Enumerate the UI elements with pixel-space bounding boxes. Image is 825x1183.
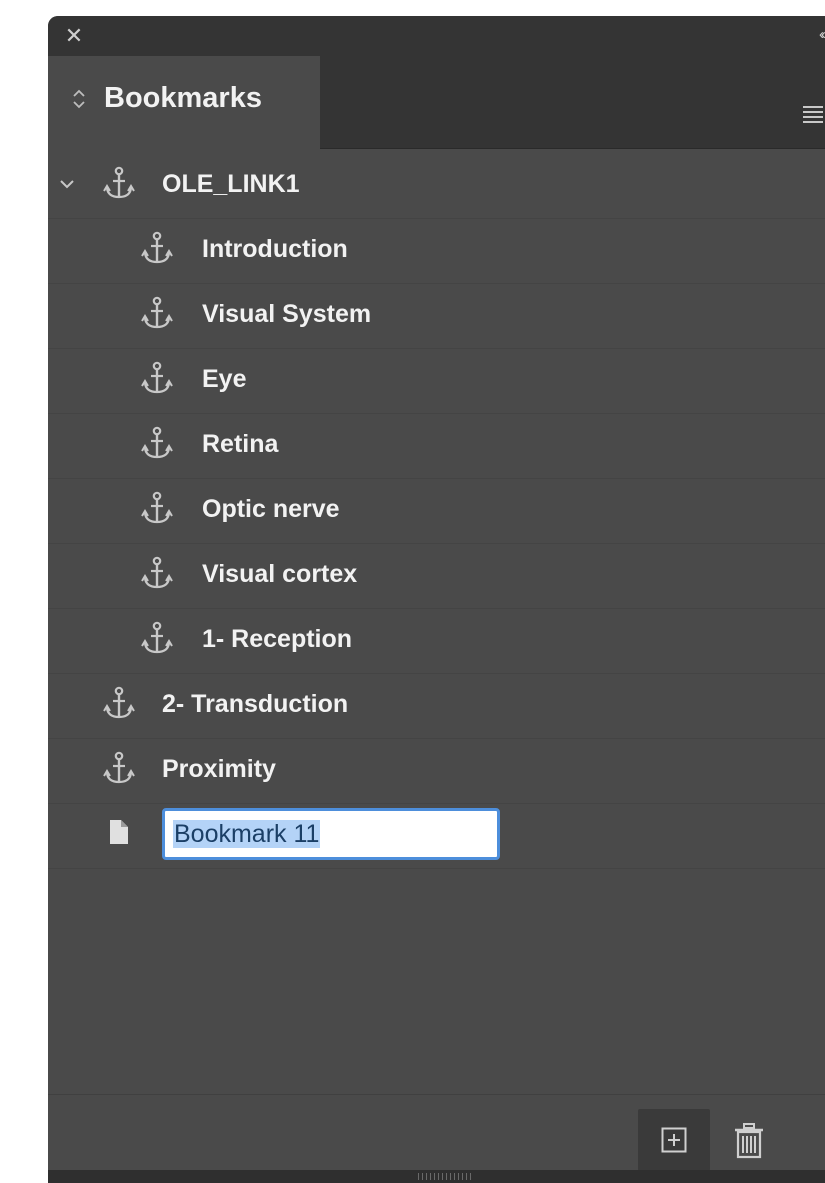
bookmark-label: Eye [202,365,247,393]
anchor-icon [141,426,173,459]
bookmark-row-root[interactable]: OLE_LINK1 [48,154,825,219]
bookmark-row[interactable]: Proximity [48,739,825,804]
bookmark-row[interactable]: Eye [48,349,825,414]
bookmarks-tree: OLE_LINK1 Introduction Visual System Eye… [48,154,825,869]
bookmark-label: Retina [202,430,279,458]
resize-bar[interactable] [48,1170,825,1183]
bookmark-row[interactable]: 1- Reception [48,609,825,674]
page-icon [110,820,128,844]
new-bookmark-icon [661,1127,687,1153]
bookmark-label: OLE_LINK1 [162,170,300,198]
panel-menu-icon[interactable] [803,102,823,124]
anchor-icon [103,686,135,719]
bookmark-row[interactable]: 2- Transduction [48,674,825,739]
bookmark-label: Optic nerve [202,495,340,523]
bookmark-label: Visual cortex [202,560,358,588]
resize-grip[interactable] [418,1173,474,1180]
bookmark-row[interactable]: Optic nerve [48,479,825,544]
anchor-icon [141,491,173,524]
anchor-icon [141,556,173,589]
panel-tabstrip: Bookmarks [48,56,825,149]
bookmark-row[interactable]: Retina [48,414,825,479]
bookmark-row[interactable]: Introduction [48,219,825,284]
tab-bookmarks[interactable]: Bookmarks [48,56,320,149]
close-icon[interactable]: ✕ [62,24,86,48]
bookmark-row-editing[interactable]: Bookmark 11 [48,804,825,869]
bookmark-label: Introduction [202,235,348,263]
chevron-down-icon[interactable] [58,175,76,193]
anchor-icon [103,166,135,199]
bookmark-row[interactable]: Visual System [48,284,825,349]
bookmark-label: 2- Transduction [162,690,349,718]
up-down-arrows-icon [73,89,85,109]
panel-titlebar: ✕ ‹‹ [48,16,825,56]
tab-label: Bookmarks [104,82,262,114]
anchor-icon [141,621,173,654]
anchor-icon [141,231,173,264]
bookmark-label: Visual System [202,300,372,328]
anchor-icon [141,361,173,394]
trash-icon[interactable] [732,1123,766,1159]
bookmark-label: 1- Reception [202,625,353,653]
bookmarks-panel: ✕ ‹‹ Bookmarks OLE_LINK1 Introduction Vi… [48,16,825,1183]
bookmark-name-input[interactable]: Bookmark 11 [162,808,500,860]
new-bookmark-button[interactable] [638,1109,710,1171]
panel-footer [48,1094,825,1172]
double-chevron-left-icon[interactable]: ‹‹ [819,26,825,44]
anchor-icon [141,296,173,329]
bookmark-label: Proximity [162,755,276,783]
selected-text: Bookmark 11 [173,820,321,848]
bookmark-row[interactable]: Visual cortex [48,544,825,609]
anchor-icon [103,751,135,784]
